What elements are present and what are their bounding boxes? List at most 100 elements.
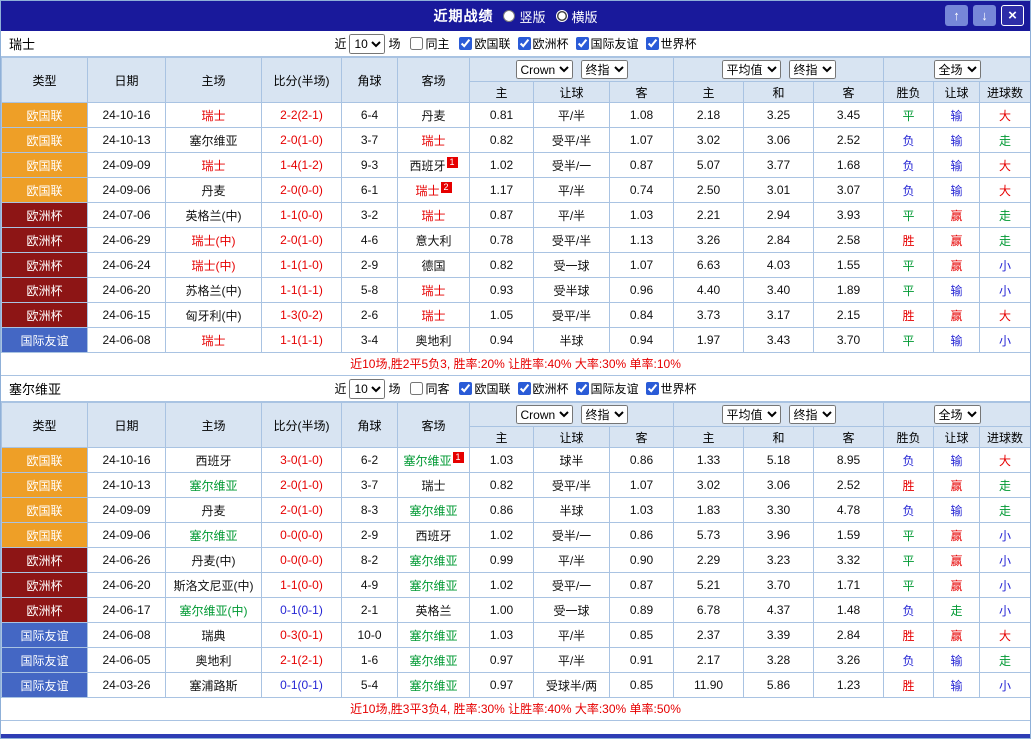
league-checkbox[interactable] xyxy=(459,382,473,395)
handicap-home-odds: 0.81 xyxy=(469,102,534,128)
avg-away-odds: 2.52 xyxy=(813,472,885,498)
scroll-up-button[interactable]: ↑ xyxy=(945,5,968,26)
result-goals: 小 xyxy=(999,333,1012,348)
handicap-line: 半球 xyxy=(533,327,610,353)
league-filter[interactable]: 欧国联 xyxy=(459,380,511,397)
result-handicap: 输 xyxy=(950,283,963,298)
same-venue-filter[interactable]: 同主 xyxy=(410,35,449,52)
match-score-cell: 1-3(0-2) xyxy=(261,302,342,328)
corners-score: 5-8 xyxy=(341,277,398,303)
competition-badge: 欧洲杯 xyxy=(1,277,88,303)
result-handicap-cell: 输 xyxy=(933,647,981,673)
away-team-cell: 西班牙 xyxy=(397,522,470,548)
col-away: 客场 xyxy=(397,402,470,448)
average-select[interactable]: 平均值 xyxy=(721,60,781,79)
result-goals-cell: 走 xyxy=(979,472,1030,498)
handicap-away-odds: 0.85 xyxy=(608,672,675,698)
league-filter[interactable]: 欧洲杯 xyxy=(517,35,569,52)
match-date: 24-06-05 xyxy=(87,647,166,673)
home-team-cell: 塞尔维亚 xyxy=(165,127,262,153)
league-checkbox[interactable] xyxy=(517,382,531,395)
home-team-name: 塞尔维亚 xyxy=(189,528,238,543)
scope-select[interactable]: 全场 xyxy=(933,60,981,79)
bookmaker-select[interactable]: Crown xyxy=(515,405,573,424)
league-filter[interactable]: 国际友谊 xyxy=(575,35,639,52)
bookmaker-select[interactable]: Crown xyxy=(515,60,573,79)
home-team-cell: 瑞士 xyxy=(165,327,262,353)
competition-badge: 欧洲杯 xyxy=(1,302,88,328)
home-team-name: 瑞士 xyxy=(201,333,226,348)
avg-away-odds: 2.15 xyxy=(813,302,885,328)
recent-count-select[interactable]: 10 xyxy=(349,378,386,399)
away-team-cell: 塞尔维亚 xyxy=(397,647,470,673)
table-header: 类型 日期 主场 比分(半场) 角球 客场 Crown 终指 平均值 终指 全场… xyxy=(1,57,1030,103)
match-score-cell: 0-1(0-1) xyxy=(261,672,342,698)
result-outcome-cell: 负 xyxy=(883,152,935,178)
away-team-name: 塞尔维亚 xyxy=(409,578,458,593)
league-checkbox[interactable] xyxy=(645,382,659,395)
league-checkbox[interactable] xyxy=(645,37,659,50)
avg-away-odds: 2.58 xyxy=(813,227,885,253)
league-checkbox[interactable] xyxy=(517,37,531,50)
handicap-home-odds: 1.03 xyxy=(469,447,534,473)
league-label: 欧洲杯 xyxy=(532,382,569,396)
layout-vertical-option[interactable]: 竖版 xyxy=(503,7,546,26)
result-handicap-cell: 赢 xyxy=(933,302,981,328)
match-row: 欧洲杯 24-07-06 英格兰(中) 1-1(0-0) 3-2 瑞士 0.87… xyxy=(1,202,1030,228)
same-venue-checkbox[interactable] xyxy=(410,37,424,50)
home-team-cell: 英格兰(中) xyxy=(165,202,262,228)
bookmaker-stage-select[interactable]: 终指 xyxy=(580,60,628,79)
away-team-cell: 英格兰 xyxy=(397,597,470,623)
league-filter[interactable]: 世界杯 xyxy=(645,35,697,52)
average-stage-select[interactable]: 终指 xyxy=(788,60,836,79)
result-outcome: 平 xyxy=(902,333,915,348)
handicap-line: 平/半 xyxy=(533,547,610,573)
bookmaker-stage-select[interactable]: 终指 xyxy=(580,405,628,424)
bookmaker-header-cell: Crown 终指 xyxy=(468,402,675,427)
league-checkbox[interactable] xyxy=(459,37,473,50)
result-goals: 走 xyxy=(999,233,1012,248)
result-handicap: 输 xyxy=(950,333,963,348)
scope-select[interactable]: 全场 xyxy=(933,405,981,424)
match-score-cell: 2-0(1-0) xyxy=(261,127,342,153)
horizontal-layout-radio[interactable] xyxy=(555,10,568,22)
down-arrow-icon: ↓ xyxy=(981,8,988,23)
same-venue-filter[interactable]: 同客 xyxy=(410,380,449,397)
league-filter[interactable]: 国际友谊 xyxy=(575,380,639,397)
close-button[interactable]: × xyxy=(1001,5,1024,26)
result-handicap: 输 xyxy=(950,503,963,518)
vertical-layout-radio[interactable] xyxy=(503,10,516,22)
scroll-down-button[interactable]: ↓ xyxy=(973,5,996,26)
home-team-name: 丹麦 xyxy=(201,503,226,518)
average-select[interactable]: 平均值 xyxy=(721,405,781,424)
home-team-cell: 瑞士 xyxy=(165,102,262,128)
league-checkbox[interactable] xyxy=(575,37,589,50)
avg-home-odds: 3.73 xyxy=(673,302,745,328)
avg-draw-odds: 5.18 xyxy=(743,447,815,473)
home-team-cell: 丹麦 xyxy=(165,497,262,523)
handicap-home-odds: 0.82 xyxy=(469,127,534,153)
avg-draw-odds: 5.86 xyxy=(743,672,815,698)
layout-horizontal-option[interactable]: 横版 xyxy=(555,7,598,26)
avg-draw-odds: 3.40 xyxy=(743,277,815,303)
league-checkbox[interactable] xyxy=(575,382,589,395)
league-filter[interactable]: 欧国联 xyxy=(459,35,511,52)
home-team-name: 苏格兰(中) xyxy=(185,283,242,298)
result-handicap: 输 xyxy=(950,653,963,668)
result-goals: 大 xyxy=(999,453,1012,468)
result-goals: 大 xyxy=(999,308,1012,323)
result-handicap-cell: 赢 xyxy=(933,622,981,648)
away-team-name: 意大利 xyxy=(415,233,452,248)
result-handicap-cell: 输 xyxy=(933,152,981,178)
away-team-cell: 瑞士 xyxy=(397,302,470,328)
result-outcome: 平 xyxy=(902,283,915,298)
league-filter[interactable]: 世界杯 xyxy=(645,380,697,397)
average-stage-select[interactable]: 终指 xyxy=(788,405,836,424)
league-filter[interactable]: 欧洲杯 xyxy=(517,380,569,397)
away-team-cell: 塞尔维亚 xyxy=(397,672,470,698)
match-score: 1-1(1-1) xyxy=(280,333,323,347)
recent-count-select[interactable]: 10 xyxy=(349,33,386,54)
home-team-name: 瑞士 xyxy=(201,108,226,123)
match-score-cell: 0-3(0-1) xyxy=(261,622,342,648)
same-venue-checkbox[interactable] xyxy=(410,382,424,395)
